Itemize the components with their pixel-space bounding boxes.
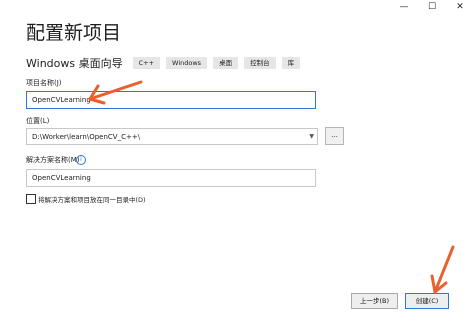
arrow-to-project-name [88,80,143,105]
arrow-to-create-button [430,245,455,294]
annotation-arrows [88,80,455,294]
